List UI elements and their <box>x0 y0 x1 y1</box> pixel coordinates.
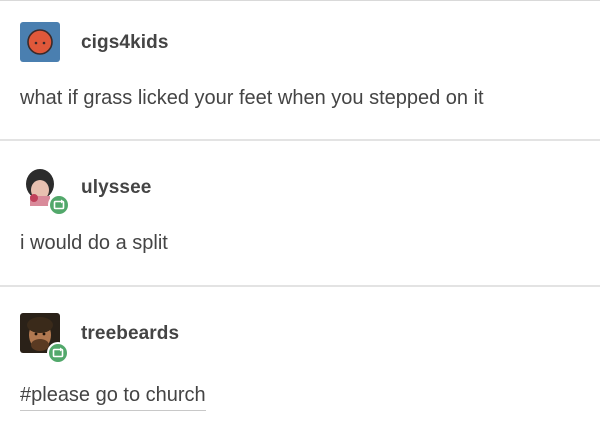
reblog-badge <box>48 194 70 216</box>
post-text: #please go to church <box>20 384 206 411</box>
post-cigs4kids: cigs4kids what if grass licked your feet… <box>0 0 600 141</box>
username[interactable]: cigs4kids <box>81 32 169 54</box>
reblog-badge <box>47 342 69 364</box>
hashtag-link[interactable]: #please go to church <box>20 384 206 411</box>
post-ulyssee: ulyssee i would do a split <box>0 141 600 285</box>
reblog-icon <box>53 199 65 210</box>
orange-face-avatar-icon <box>20 22 60 62</box>
post-text: what if grass licked your feet when you … <box>20 87 484 109</box>
avatar[interactable] <box>20 22 60 62</box>
reblog-icon <box>52 347 64 358</box>
reblog-thread: cigs4kids what if grass licked your feet… <box>0 0 600 431</box>
username[interactable]: ulyssee <box>81 177 151 199</box>
post-treebeards: treebeards #please go to church <box>0 287 600 431</box>
username[interactable]: treebeards <box>81 323 179 345</box>
post-text: i would do a split <box>20 232 168 254</box>
